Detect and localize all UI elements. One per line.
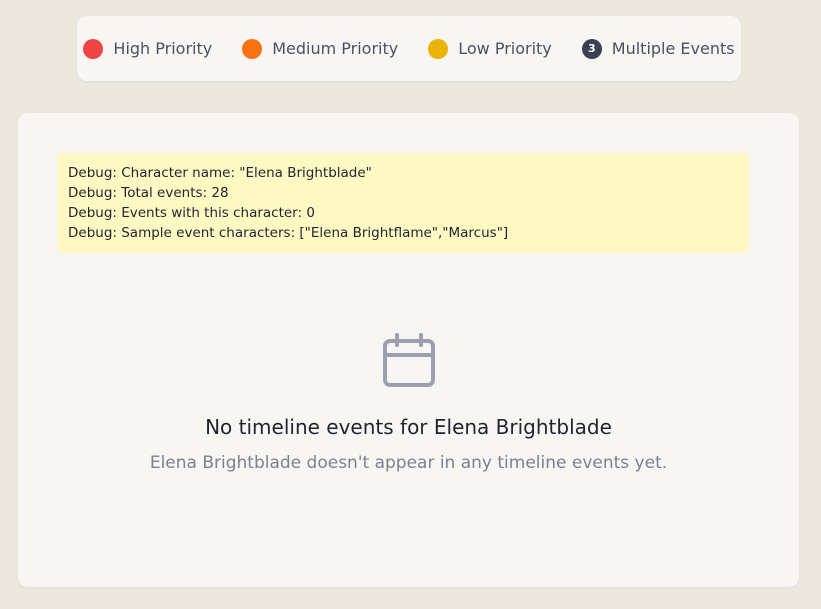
debug-line-character-name: Debug: Character name: "Elena Brightblad… <box>68 165 372 181</box>
empty-state-title: No timeline events for Elena Brightblade <box>205 415 612 439</box>
legend-label-medium: Medium Priority <box>272 39 399 58</box>
legend-item-multiple: 3 Multiple Events <box>581 38 735 59</box>
legend-label-multiple: Multiple Events <box>611 39 735 58</box>
legend-item-low: Low Priority <box>428 38 552 59</box>
calendar-icon <box>382 333 435 387</box>
legend-label-high: High Priority <box>113 39 213 58</box>
multiple-events-count-badge: 3 <box>581 38 602 59</box>
debug-box: Debug: Character name: "Elena Brightblad… <box>58 153 749 253</box>
legend-label-low: Low Priority <box>458 39 552 58</box>
debug-line-sample-characters: Debug: Sample event characters: ["Elena … <box>68 225 509 241</box>
debug-line-character-events: Debug: Events with this character: 0 <box>68 205 315 221</box>
empty-state: No timeline events for Elena Brightblade… <box>18 333 799 473</box>
medium-priority-dot-icon <box>242 38 263 59</box>
low-priority-dot-icon <box>428 38 449 59</box>
legend-item-high: High Priority <box>83 38 213 59</box>
timeline-panel: Debug: Character name: "Elena Brightblad… <box>18 113 799 587</box>
legend-item-medium: Medium Priority <box>242 38 399 59</box>
debug-line-total-events: Debug: Total events: 28 <box>68 185 229 201</box>
priority-legend: High Priority Medium Priority Low Priori… <box>77 16 741 81</box>
high-priority-dot-icon <box>83 38 104 59</box>
empty-state-subtitle: Elena Brightblade doesn't appear in any … <box>149 453 668 473</box>
